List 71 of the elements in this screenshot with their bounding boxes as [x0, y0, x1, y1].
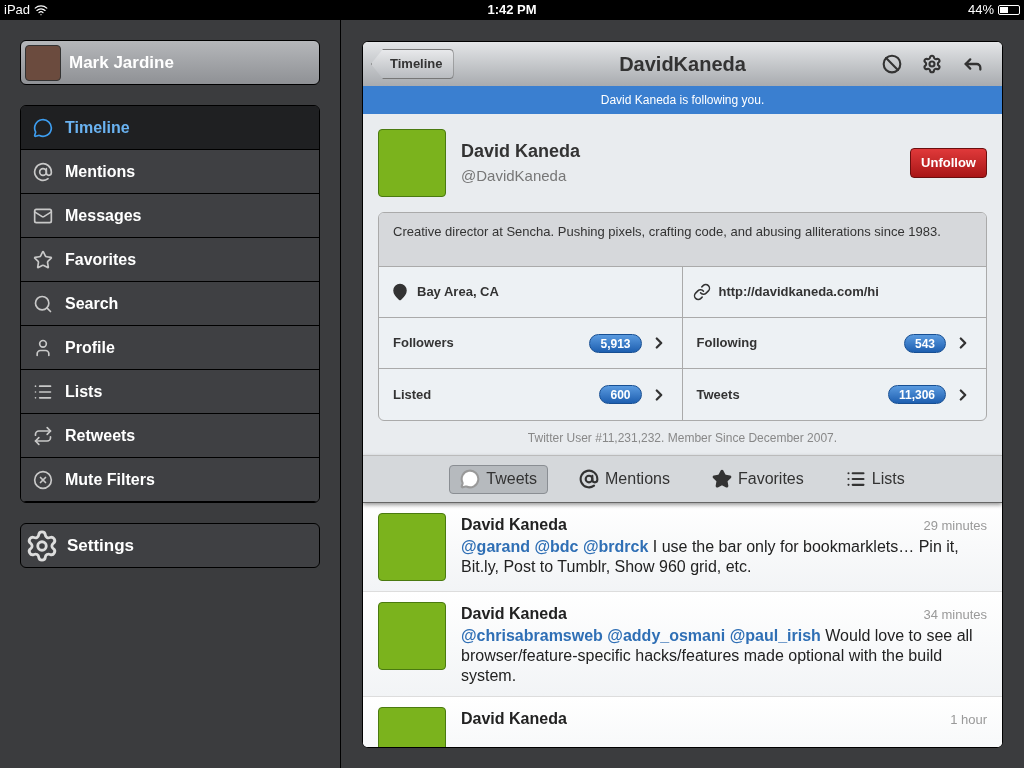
menu-item[interactable]: Retweets: [21, 414, 319, 458]
star-icon: [33, 249, 53, 270]
mention-link[interactable]: @addy_osmani: [607, 627, 726, 644]
block-icon[interactable]: [882, 54, 902, 74]
mention-link[interactable]: @chrisabramsweb: [461, 627, 603, 644]
tweet-author: David Kaneda: [461, 515, 567, 535]
battery-percent: 44%: [967, 1, 994, 20]
avatar-placeholder: [378, 129, 446, 197]
tweet-author: David Kaneda: [461, 604, 567, 624]
stat-row[interactable]: Tweets 11,306: [682, 369, 986, 420]
wifi-icon: [34, 3, 49, 17]
chain-link-icon: [692, 283, 711, 301]
count-badge: 543: [903, 333, 946, 353]
map-pin-icon: [391, 283, 409, 301]
menu-item[interactable]: Mute Filters: [21, 458, 319, 502]
menu-item[interactable]: Profile: [21, 326, 319, 370]
star-icon: [711, 469, 732, 489]
avatar-placeholder: [25, 44, 61, 81]
tab[interactable]: Mentions: [568, 464, 681, 494]
profile-handle: @DavidKaneda: [461, 166, 568, 187]
count-badge: 5,913: [589, 333, 642, 353]
following-banner: David Kaneda is following you.: [363, 86, 1002, 114]
search-icon: [33, 293, 53, 314]
profile-name: David Kaneda: [461, 140, 581, 164]
repeat-icon: [33, 425, 53, 446]
website-link[interactable]: http://davidkaneda.com/hi: [718, 282, 879, 302]
stat-row[interactable]: Following 543: [682, 318, 986, 369]
mention-link[interactable]: @paul_irish: [729, 627, 821, 644]
settings-button[interactable]: Settings: [20, 523, 320, 568]
settings-icon[interactable]: [922, 54, 942, 74]
tweet-author: David Kaneda: [461, 709, 567, 729]
menu-item[interactable]: Search: [21, 282, 319, 326]
person-icon: [33, 337, 53, 358]
tweet-time: 34 minutes: [923, 606, 987, 624]
speech-bubble-icon: [460, 469, 481, 489]
menu-item[interactable]: Lists: [21, 370, 319, 414]
at-sign-icon: [33, 161, 53, 182]
gears-icon: [25, 528, 59, 563]
menu-item[interactable]: Mentions: [21, 150, 319, 194]
avatar-placeholder: [378, 513, 446, 581]
unfollow-button[interactable]: Unfollow: [910, 148, 987, 178]
device-name: iPad: [4, 1, 31, 20]
tweet-text: @garand @bdc @brdrck I use the bar only for bookmarklets… Pin it, Bit.ly, Post to Tumblr, Show 960 grid, etc.: [461, 537, 960, 577]
tweet-time: 1 hour: [950, 711, 987, 729]
mention-link[interactable]: @bdc: [534, 538, 579, 555]
clock: 1:42 PM: [487, 1, 537, 20]
battery-icon: [998, 5, 1020, 15]
stat-row[interactable]: Followers 5,913: [379, 318, 683, 369]
x-circle-icon: [33, 469, 53, 490]
mention-link[interactable]: @garand: [461, 538, 530, 555]
menu-item[interactable]: Messages: [21, 194, 319, 238]
tab[interactable]: Lists: [834, 464, 916, 494]
nav-title: DavidKaneda: [619, 52, 746, 77]
tweet-time: 29 minutes: [923, 517, 987, 535]
profile-bio: Creative director at Sencha. Pushing pixels, crafting code, and abusing alliterations since 1983.: [379, 213, 986, 267]
list-icon: [845, 469, 866, 489]
member-info: Twitter User #11,231,232. Member Since December 2007.: [526, 430, 839, 447]
mention-link[interactable]: @brdrck: [582, 538, 649, 555]
count-badge: 600: [599, 385, 642, 404]
tab[interactable]: Favorites: [700, 464, 815, 494]
tweet-text: @chrisabramsweb @addy_osmani @paul_irish Would love to see all browser/feature-specific hacks/features made optional with the build system.: [461, 626, 974, 686]
back-button[interactable]: Timeline: [371, 49, 454, 79]
location-text: Bay Area, CA: [417, 283, 499, 302]
stat-row[interactable]: Listed 600: [379, 369, 683, 420]
at-sign-icon: [579, 469, 600, 489]
menu-item[interactable]: Timeline: [21, 106, 319, 150]
avatar-placeholder: [378, 602, 446, 670]
count-badge: 11,306: [887, 385, 946, 404]
speech-bubble-icon: [33, 117, 53, 138]
tab[interactable]: Tweets: [449, 464, 549, 494]
menu-item[interactable]: Favorites: [21, 238, 319, 282]
